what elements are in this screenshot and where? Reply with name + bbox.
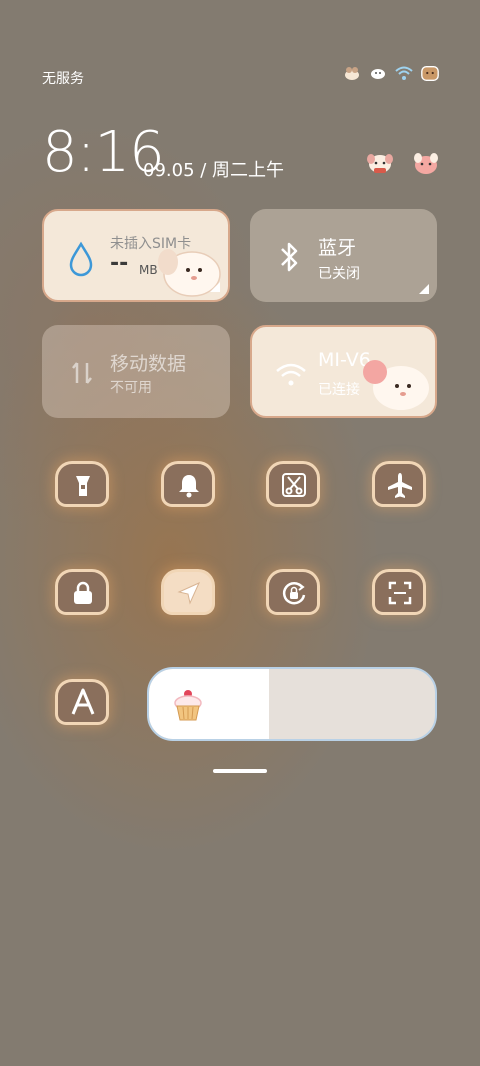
airplane-icon [388,473,412,498]
puppy-illustration [363,360,429,410]
carrier-label: 无服务 [42,71,84,87]
bluetooth-card[interactable]: 蓝牙 已关闭 [250,209,437,302]
dog-icon [342,64,362,82]
water-drop-icon [69,241,93,277]
rotation-lock-icon [282,582,306,605]
wifi-status: 已连接 [318,382,360,398]
card-corner [210,282,220,292]
location-toggle[interactable] [158,566,218,618]
mobile-data-arrows-icon [72,362,92,384]
sound-toggle[interactable] [158,458,218,510]
clock-date: 09.05 / 周二上午 [143,160,285,181]
wifi-card[interactable]: MI-V6 已连接 [250,325,437,418]
flashlight-toggle[interactable] [52,458,112,510]
bluetooth-icon [281,242,298,272]
status-icons [342,64,440,82]
card-corner [419,284,429,294]
location-arrow-icon [177,582,200,605]
wifi-icon [394,64,414,82]
bluetooth-status: 已关闭 [318,266,360,282]
mobile-data-card[interactable]: 移动数据 不可用 [42,325,230,418]
header-icons [366,150,440,176]
mobile-data-status: 不可用 [110,380,152,396]
dog-icon [368,64,388,82]
home-indicator[interactable] [213,769,267,773]
letter-a-icon [71,688,95,715]
auto-brightness-toggle[interactable] [52,676,112,728]
status-bar: 无服务 [42,62,440,90]
cupcake-icon [174,690,202,721]
lock-icon [74,581,92,604]
scanner-toggle[interactable] [369,566,429,618]
bluetooth-title: 蓝牙 [318,237,357,259]
lock-toggle[interactable] [52,566,112,618]
pig-face-icon[interactable] [412,150,440,176]
flashlight-icon [76,476,90,496]
scan-icon [388,581,412,605]
data-usage-value: -- [110,251,129,276]
brightness-slider-fill [149,669,270,739]
scissors-icon [282,473,306,497]
data-usage-card[interactable]: 未插入SIM卡 -- MB [42,209,230,302]
mobile-data-title: 移动数据 [110,353,187,375]
airplane-toggle[interactable] [369,458,429,510]
wifi-icon [276,363,306,386]
rotation-lock-toggle[interactable] [263,566,323,618]
bell-icon [179,475,199,498]
brightness-slider[interactable] [147,667,437,741]
screenshot-toggle[interactable] [263,458,323,510]
battery-toast-icon [420,64,440,82]
dog-face-icon[interactable] [366,150,394,176]
